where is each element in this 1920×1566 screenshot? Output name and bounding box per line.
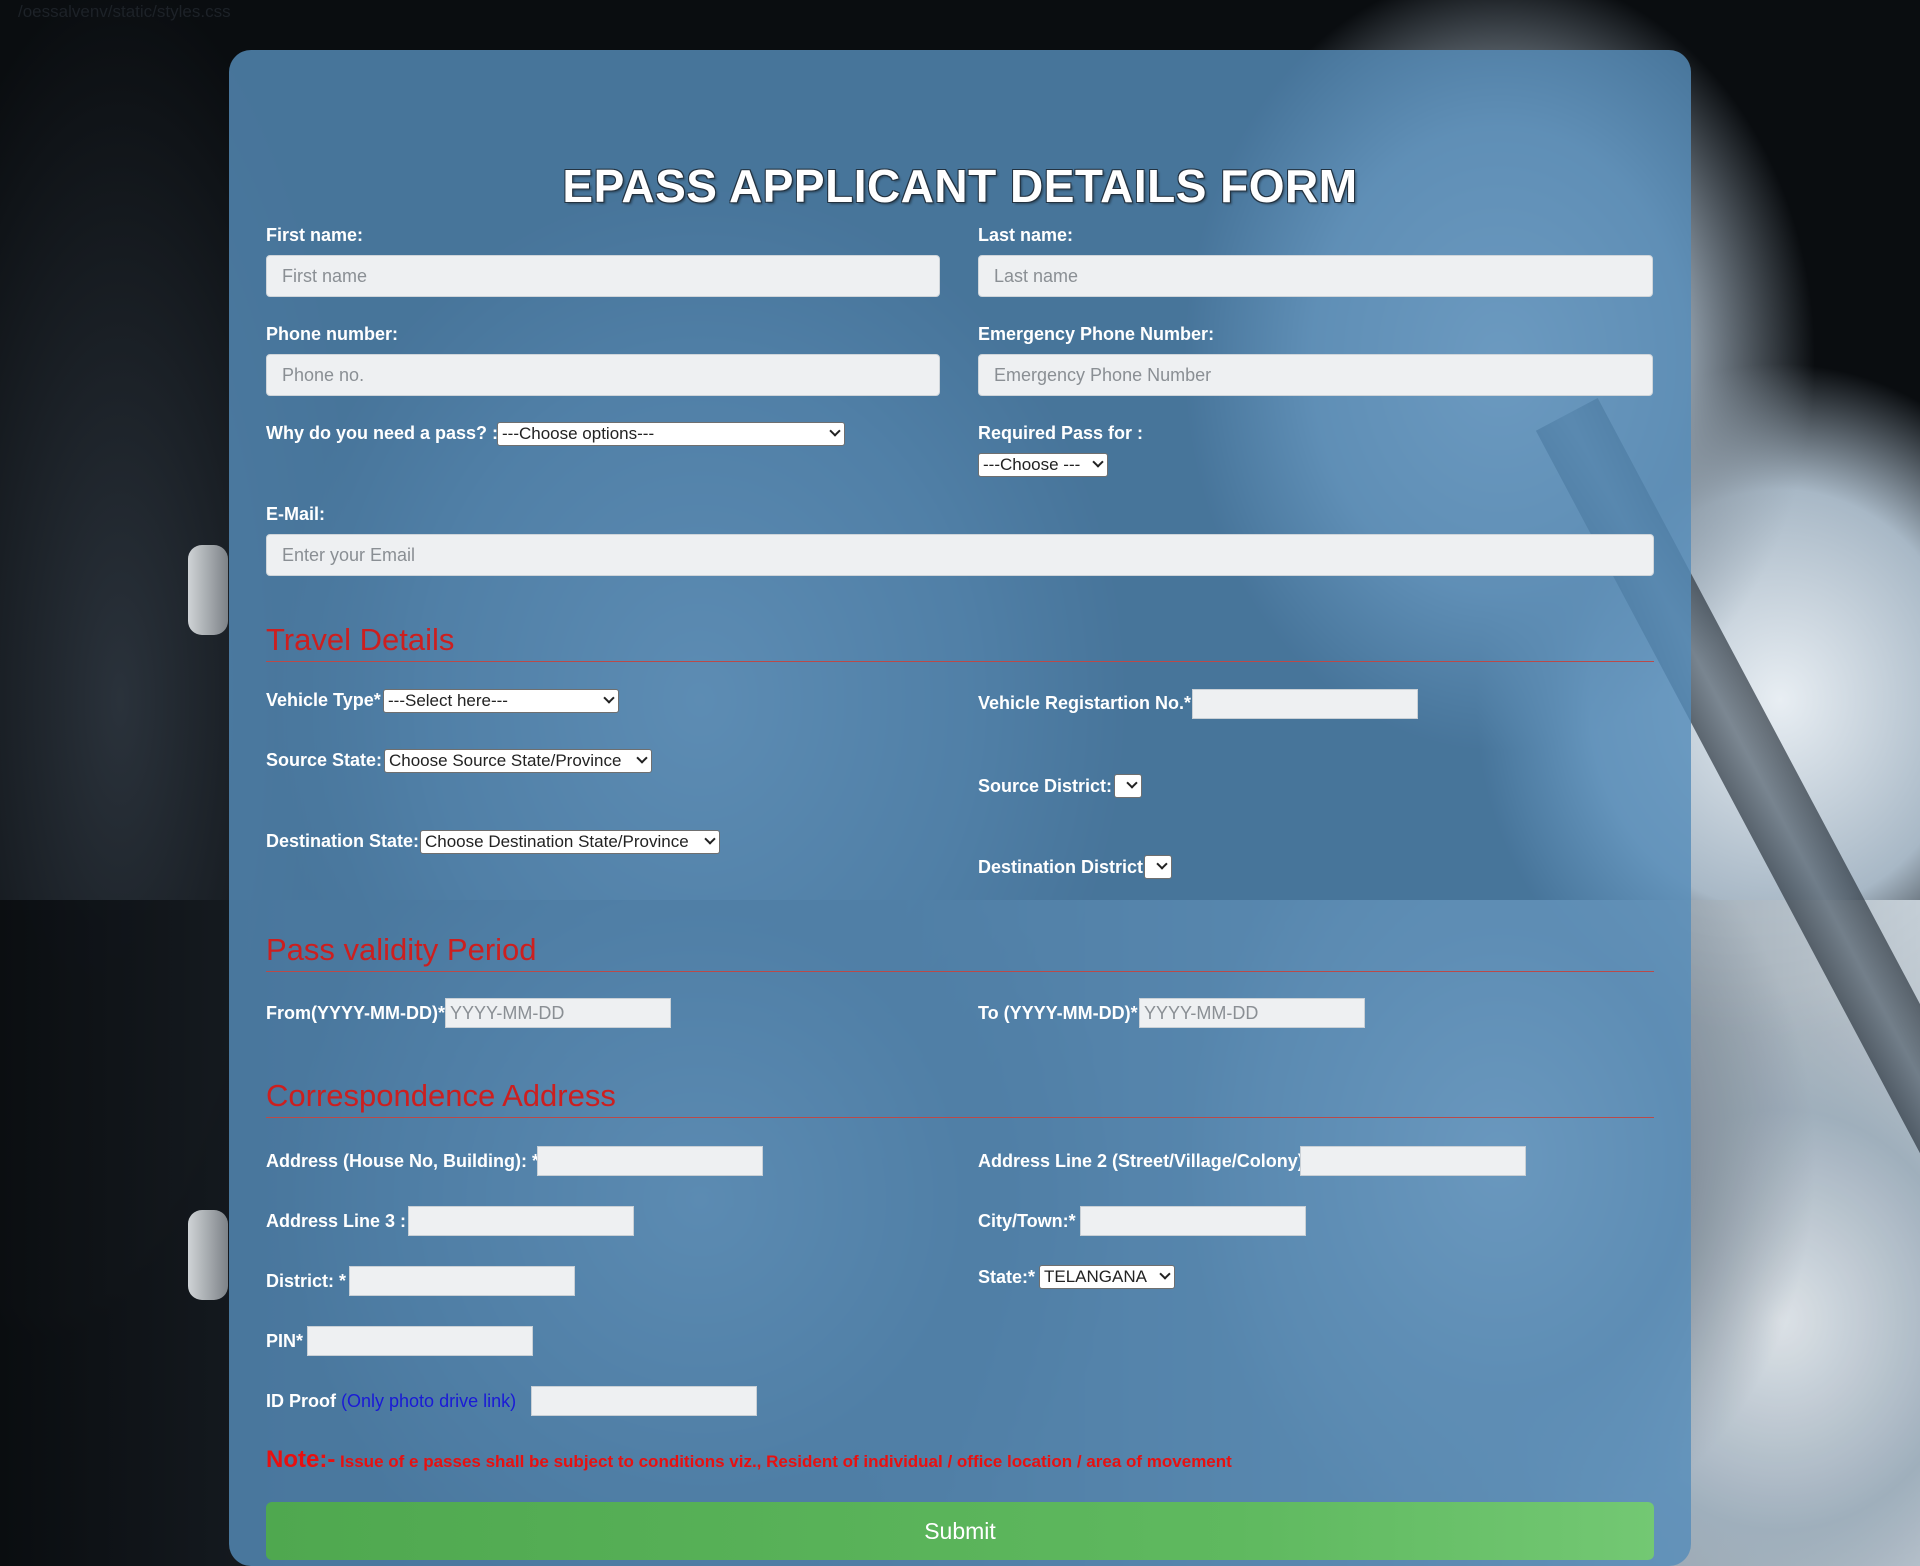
id-proof-label-text: ID Proof xyxy=(266,1391,336,1411)
id-proof-label: ID Proof (Only photo drive link) xyxy=(266,1391,516,1412)
pass-reason-value: ---Choose options--- xyxy=(502,424,655,443)
required-pass-label: Required Pass for : xyxy=(978,423,1144,443)
vehicle-type-label: Vehicle Type* xyxy=(266,690,381,710)
destination-state-label: Destination State: xyxy=(266,831,420,851)
city-label: City/Town:* xyxy=(978,1211,1076,1231)
chevron-down-icon xyxy=(1126,777,1138,789)
from-date-label: From(YYYY-MM-DD)* xyxy=(266,1003,445,1023)
to-date-input[interactable] xyxy=(1139,998,1365,1028)
phone-input[interactable] xyxy=(266,354,940,396)
last-name-label: Last name: xyxy=(978,225,1074,245)
address-line3-label: Address Line 3 : xyxy=(266,1211,407,1231)
required-pass-value: ---Choose --- xyxy=(983,455,1081,474)
pass-reason-label: Why do you need a pass? : xyxy=(266,423,499,443)
id-proof-hint: (Only photo drive link) xyxy=(341,1391,517,1411)
correspondence-address-heading: Correspondence Address xyxy=(266,1077,1654,1118)
state-label: State:* xyxy=(978,1267,1036,1287)
chevron-down-icon xyxy=(1156,858,1168,870)
first-name-input[interactable] xyxy=(266,255,940,297)
submit-button[interactable]: Submit xyxy=(266,1502,1654,1560)
destination-district-label: Destination District xyxy=(978,857,1144,877)
city-input[interactable] xyxy=(1080,1206,1306,1236)
state-select[interactable]: TELANGANA xyxy=(1039,1265,1175,1289)
address-line2-input[interactable] xyxy=(1300,1146,1526,1176)
district-label: District: * xyxy=(266,1271,347,1291)
emergency-phone-input[interactable] xyxy=(978,354,1653,396)
epass-form: EPASS APPLICANT DETAILS FORM First name:… xyxy=(229,50,1691,1566)
email-input[interactable] xyxy=(266,534,1654,576)
vehicle-registration-input[interactable] xyxy=(1192,689,1418,719)
source-state-label: Source State: xyxy=(266,750,383,770)
destination-district-select[interactable] xyxy=(1144,855,1172,879)
id-proof-input[interactable] xyxy=(531,1386,757,1416)
note-body: Issue of e passes shall be subject to co… xyxy=(335,1452,1232,1471)
source-state-value: Choose Source State/Province xyxy=(389,751,622,770)
first-name-label: First name: xyxy=(266,225,364,245)
source-state-select[interactable]: Choose Source State/Province xyxy=(384,749,652,773)
destination-state-select[interactable]: Choose Destination State/Province xyxy=(420,830,720,854)
note-text: Note:- Issue of e passes shall be subjec… xyxy=(266,1446,1232,1474)
vehicle-registration-label: Vehicle Registartion No.* xyxy=(978,693,1192,713)
phone-label: Phone number: xyxy=(266,324,399,344)
email-label: E-Mail: xyxy=(266,504,326,524)
destination-state-value: Choose Destination State/Province xyxy=(425,832,689,851)
emergency-phone-label: Emergency Phone Number: xyxy=(978,324,1215,344)
pass-reason-select[interactable]: ---Choose options--- xyxy=(497,422,845,446)
to-date-label: To (YYYY-MM-DD)* xyxy=(978,1003,1138,1023)
chevron-down-icon xyxy=(829,425,841,437)
address-line1-input[interactable] xyxy=(537,1146,763,1176)
chevron-down-icon xyxy=(603,692,615,704)
chevron-down-icon xyxy=(636,752,648,764)
chevron-down-icon xyxy=(704,833,716,845)
chevron-down-icon xyxy=(1159,1268,1171,1280)
broken-stylesheet-text: /oessalvenv/static/styles.css xyxy=(18,2,231,21)
headrest-knob xyxy=(188,545,228,635)
from-date-input[interactable] xyxy=(445,998,671,1028)
note-head: Note:- xyxy=(266,1446,336,1473)
form-title: EPASS APPLICANT DETAILS FORM xyxy=(562,160,1358,212)
pin-label: PIN* xyxy=(266,1331,304,1351)
address-line2-label: Address Line 2 (Street/Village/Colony) xyxy=(978,1151,1304,1171)
pin-input[interactable] xyxy=(307,1326,533,1356)
chevron-down-icon xyxy=(1092,456,1104,468)
vehicle-type-select[interactable]: ---Select here--- xyxy=(383,689,619,713)
headrest-knob xyxy=(188,1210,228,1300)
source-district-select[interactable] xyxy=(1114,774,1142,798)
required-pass-select[interactable]: ---Choose --- xyxy=(978,453,1108,477)
address-line3-input[interactable] xyxy=(408,1206,634,1236)
state-value: TELANGANA xyxy=(1044,1267,1147,1286)
district-input[interactable] xyxy=(349,1266,575,1296)
last-name-input[interactable] xyxy=(978,255,1653,297)
pass-validity-heading: Pass validity Period xyxy=(266,931,1654,972)
travel-details-heading: Travel Details xyxy=(266,621,1654,662)
vehicle-type-value: ---Select here--- xyxy=(388,691,508,710)
source-district-label: Source District: xyxy=(978,776,1113,796)
address-line1-label: Address (House No, Building): * xyxy=(266,1151,540,1171)
